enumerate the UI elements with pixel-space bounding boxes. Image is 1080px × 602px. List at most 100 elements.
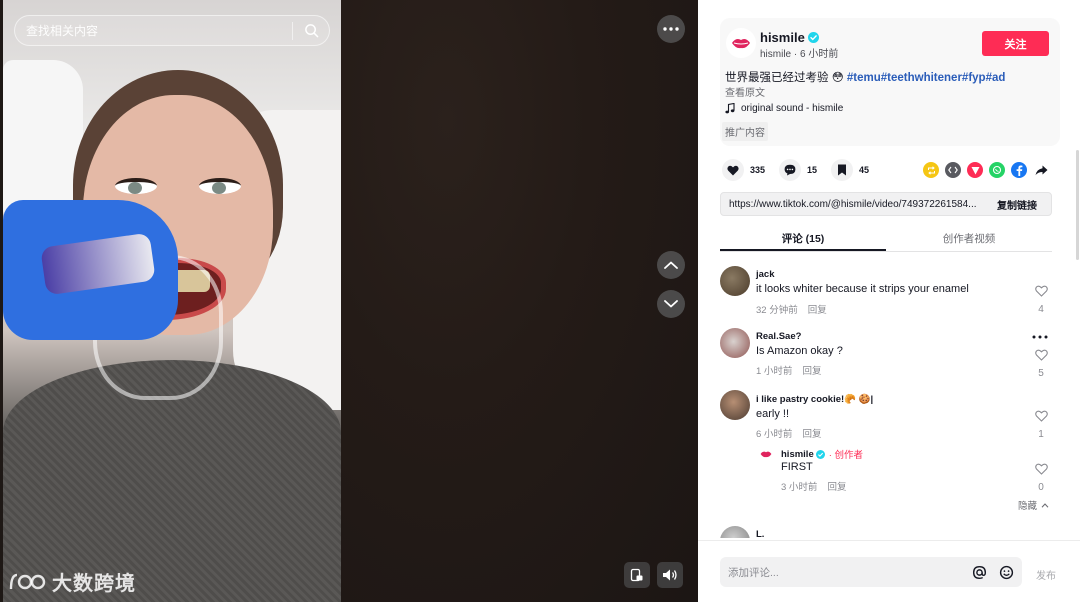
previous-video-button[interactable] xyxy=(657,251,685,279)
description-text: 世界最强已经过考验 😳 xyxy=(725,72,844,84)
reply-button[interactable]: 回复 xyxy=(808,305,827,316)
repost-icon[interactable] xyxy=(923,162,939,178)
video-info-card: hismile hismile · 6 小时前 关注 世界最强已经过考验 😳 #… xyxy=(720,18,1060,146)
commenter-name[interactable]: jack xyxy=(756,269,775,280)
comment-list[interactable]: jack it looks whiter because it strips y… xyxy=(720,262,1060,538)
commenter-avatar[interactable] xyxy=(720,390,750,420)
facebook-icon[interactable] xyxy=(1011,162,1027,178)
comment-meta: 1 小时前 回复 xyxy=(756,363,821,377)
next-video-button[interactable] xyxy=(657,290,685,318)
see-original-link[interactable]: 查看原文 xyxy=(725,84,765,99)
music-row[interactable]: original sound - hismile xyxy=(725,103,843,114)
commenter-avatar[interactable] xyxy=(720,526,750,538)
chevron-up-icon xyxy=(1041,502,1049,508)
comment-meta: 32 分钟前 回复 xyxy=(756,302,827,316)
comment-text: early !! xyxy=(756,408,790,420)
reply-button[interactable]: 回复 xyxy=(802,366,821,377)
hide-replies-label[interactable]: 隐藏 xyxy=(1018,498,1037,512)
tab-creator-videos[interactable]: 创作者视频 xyxy=(886,224,1052,251)
comment-text: it looks whiter because it strips your e… xyxy=(756,283,969,295)
pip-icon xyxy=(630,568,643,582)
whatsapp-icon[interactable] xyxy=(989,162,1005,178)
search-button[interactable] xyxy=(293,16,329,45)
post-comment-button[interactable]: 发布 xyxy=(1036,567,1056,582)
heart-outline-icon xyxy=(1034,349,1048,361)
author-avatar[interactable] xyxy=(726,28,756,58)
comment-input-bar: 添加评论... 发布 xyxy=(698,540,1080,602)
author-name[interactable]: hismile xyxy=(760,30,805,45)
video-blur-background xyxy=(340,0,698,602)
comment-count: 15 xyxy=(807,165,818,175)
comment-like-button[interactable]: 5 xyxy=(1032,348,1050,379)
share-arrow-icon[interactable] xyxy=(1033,162,1049,178)
reply-like-button[interactable]: 0 xyxy=(1032,462,1050,493)
comment-time: 6 小时前 xyxy=(756,429,793,440)
author-name-row[interactable]: hismile xyxy=(760,30,819,45)
speaker-icon xyxy=(663,569,677,581)
reply-button[interactable]: 回复 xyxy=(827,482,846,493)
video-frame[interactable] xyxy=(3,0,341,602)
send-icon[interactable] xyxy=(967,162,983,178)
chevron-up-icon xyxy=(664,261,678,269)
reply-meta: 3 小时前 回复 xyxy=(781,479,846,493)
embed-icon[interactable] xyxy=(945,162,961,178)
reply-author-name[interactable]: hismile xyxy=(781,449,814,460)
reply-name-row[interactable]: hismile · 创作者 xyxy=(781,447,864,462)
comment-like-button[interactable]: 4 xyxy=(1032,284,1050,315)
hide-replies-button[interactable]: 隐藏 xyxy=(1018,498,1049,512)
search-input[interactable]: 查找相关内容 xyxy=(15,22,292,39)
comment-input-box[interactable]: 添加评论... xyxy=(720,557,1022,587)
watermark-logo-icon xyxy=(9,573,46,589)
follow-button[interactable]: 关注 xyxy=(982,31,1049,56)
search-box[interactable]: 查找相关内容 xyxy=(14,15,330,46)
action-bar: 335 15 45 xyxy=(722,159,883,181)
more-dots-icon xyxy=(1032,335,1048,339)
promo-label: 推广内容 xyxy=(722,122,768,141)
heart-outline-icon xyxy=(1034,285,1048,297)
commenter-name[interactable]: L. xyxy=(756,529,764,538)
reply-avatar[interactable] xyxy=(758,446,774,462)
volume-button[interactable] xyxy=(657,562,683,588)
at-sign-icon xyxy=(972,565,986,579)
commenter-name[interactable]: Real.Sae? xyxy=(756,331,801,342)
reply-button[interactable]: 回复 xyxy=(802,429,821,440)
picture-in-picture-button[interactable] xyxy=(624,562,650,588)
video-description: 世界最强已经过考验 😳 #temu#teethwhitener#fyp#ad xyxy=(725,69,1005,85)
comment-bubble-icon xyxy=(784,164,796,176)
heart-icon xyxy=(727,165,739,175)
description-hashtags[interactable]: #temu#teethwhitener#fyp#ad xyxy=(847,72,1006,84)
video-link-box: https://www.tiktok.com/@hismile/video/74… xyxy=(720,192,1052,216)
tab-comments[interactable]: 评论 (15) xyxy=(720,224,886,251)
verified-badge-icon xyxy=(815,449,825,459)
reply-like-count: 0 xyxy=(1038,482,1044,493)
emoji-smile-icon xyxy=(999,565,1013,579)
panel-scrollbar[interactable] xyxy=(1076,150,1079,260)
comment-more-button[interactable] xyxy=(1032,326,1048,342)
commenter-avatar[interactable] xyxy=(720,328,750,358)
author-subline: hismile · 6 小时前 xyxy=(760,49,839,60)
reply-text: FIRST xyxy=(781,461,813,473)
music-title[interactable]: original sound - hismile xyxy=(741,103,843,114)
detail-panel: hismile hismile · 6 小时前 关注 世界最强已经过考验 😳 #… xyxy=(698,0,1080,602)
comment-meta: 6 小时前 回复 xyxy=(756,426,821,440)
save-action[interactable]: 45 xyxy=(831,159,869,181)
commenter-avatar[interactable] xyxy=(720,266,750,296)
copy-link-button[interactable]: 复制链接 xyxy=(991,197,1051,212)
emoji-button[interactable] xyxy=(995,561,1017,583)
commenter-name[interactable]: i like pastry cookie!🥐 🍪| xyxy=(756,394,873,405)
comment-time: 1 小时前 xyxy=(756,366,793,377)
mention-button[interactable] xyxy=(968,561,990,583)
more-options-button[interactable] xyxy=(657,15,685,43)
comment-input[interactable]: 添加评论... xyxy=(720,565,968,580)
post-time: 6 小时前 xyxy=(800,49,839,60)
creator-badge: · 创作者 xyxy=(828,450,864,461)
music-note-icon xyxy=(725,103,735,114)
heart-outline-icon xyxy=(1034,410,1048,422)
verified-badge-icon xyxy=(807,32,819,43)
comment-like-button[interactable]: 1 xyxy=(1032,409,1050,440)
save-count: 45 xyxy=(859,165,870,175)
video-stage[interactable]: 查找相关内容 大数跨境 xyxy=(0,0,698,602)
like-action[interactable]: 335 xyxy=(722,159,765,181)
comment-action[interactable]: 15 xyxy=(779,159,817,181)
video-link-url[interactable]: https://www.tiktok.com/@hismile/video/74… xyxy=(721,199,991,210)
